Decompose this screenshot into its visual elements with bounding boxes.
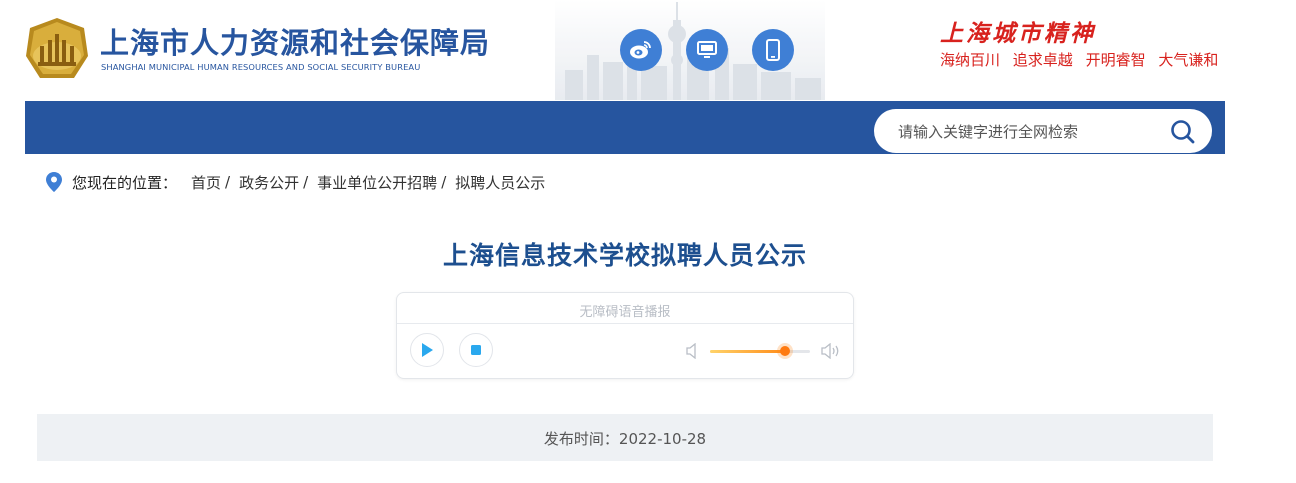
city-spirit-item: 海纳百川 <box>940 51 1001 69</box>
breadcrumb-separator: / <box>225 173 231 191</box>
site-title-english: SHANGHAI MUNICIPAL HUMAN RESOURCES AND S… <box>101 62 421 72</box>
breadcrumb-recruitment[interactable]: 事业单位公开招聘 <box>317 172 437 193</box>
location-pin-icon <box>46 172 62 192</box>
stop-button[interactable] <box>459 333 493 367</box>
breadcrumb-separator: / <box>441 173 447 191</box>
player-label: 无障碍语音播报 <box>579 305 671 320</box>
site-header: 上海市人力资源和社会保障局 SHANGHAI MUNICIPAL HUMAN R… <box>0 0 1296 100</box>
search-box <box>874 109 1212 153</box>
breadcrumb-home[interactable]: 首页 <box>191 172 221 193</box>
mobile-icon[interactable] <box>752 29 794 71</box>
site-title: 上海市人力资源和社会保障局 <box>100 26 491 60</box>
play-icon <box>422 343 433 357</box>
city-spirit-title: 上海城市精神 <box>940 20 1096 47</box>
city-spirit-items: 海纳百川 追求卓越 开明睿智 大气谦和 <box>940 49 1226 70</box>
desktop-icon[interactable] <box>686 29 728 71</box>
breadcrumb-separator: / <box>303 173 309 191</box>
bureau-logo <box>26 18 88 78</box>
publish-date: 发布时间：2022-10-28 <box>543 430 707 448</box>
article-meta-bar: 发布时间：2022-10-28 <box>37 414 1213 461</box>
stop-icon <box>471 345 481 355</box>
breadcrumb: 您现在的位置： 首页 / 政务公开 / 事业单位公开招聘 / 拟聘人员公示 <box>46 171 545 193</box>
volume-slider-fill <box>710 350 785 353</box>
breadcrumb-label: 您现在的位置： <box>72 173 178 192</box>
city-spirit-item: 开明睿智 <box>1085 51 1146 69</box>
audio-player: 无障碍语音播报 <box>396 292 854 379</box>
volume-slider[interactable] <box>710 346 810 356</box>
breadcrumb-gov-affairs[interactable]: 政务公开 <box>239 172 299 193</box>
article-title: 上海信息技术学校拟聘人员公示 <box>442 241 807 270</box>
breadcrumb-current[interactable]: 拟聘人员公示 <box>455 172 545 193</box>
play-button[interactable] <box>410 333 444 367</box>
search-icon[interactable] <box>1170 119 1196 145</box>
volume-low-icon <box>686 343 696 359</box>
city-spirit-item: 大气谦和 <box>1158 51 1219 69</box>
city-spirit-item: 追求卓越 <box>1012 51 1073 69</box>
search-input[interactable] <box>896 115 1160 149</box>
volume-slider-handle[interactable] <box>780 346 790 356</box>
weibo-icon[interactable] <box>620 29 662 71</box>
player-divider <box>397 323 853 324</box>
volume-high-icon <box>821 343 839 359</box>
